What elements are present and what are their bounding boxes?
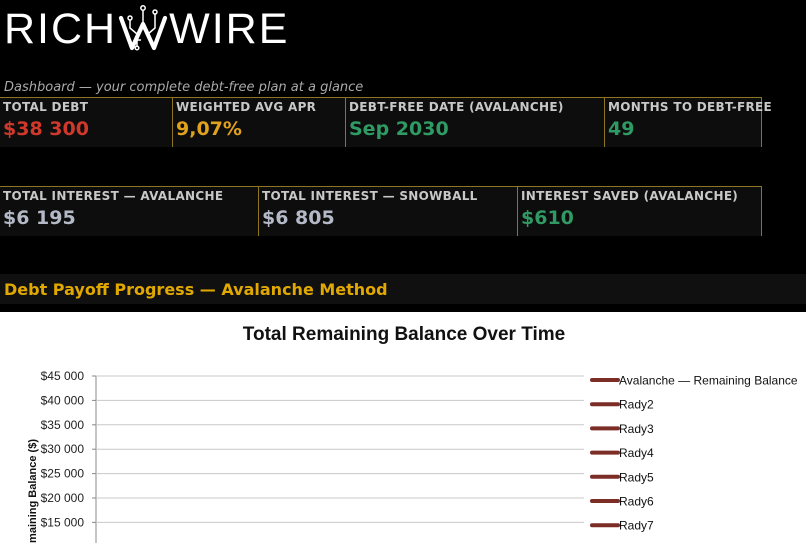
kpi-value: $6 195	[3, 207, 76, 229]
y-tick-label: $15 000	[41, 515, 85, 529]
richwire-logo: RICH WIRE	[4, 4, 289, 54]
legend-label: Rady5	[619, 470, 654, 484]
kpi-value: 49	[608, 118, 635, 140]
kpi-label: WEIGHTED AVG APR	[176, 100, 317, 114]
kpi-total-interest-snowball: TOTAL INTEREST — SNOWBALL $6 805	[259, 186, 518, 236]
y-axis-title: Remaining Balance ($)	[27, 439, 39, 543]
y-tick-label: $20 000	[41, 491, 85, 505]
kpi-label: TOTAL DEBT	[3, 100, 89, 114]
kpi-label: TOTAL INTEREST — AVALANCHE	[3, 189, 224, 203]
legend-label: Avalanche — Remaining Balance	[619, 374, 798, 388]
legend-label: Rady4	[619, 446, 654, 460]
y-tick-label: $30 000	[41, 442, 85, 456]
legend-label: Rady3	[619, 422, 654, 436]
kpi-label: TOTAL INTEREST — SNOWBALL	[262, 189, 478, 203]
kpi-debt-free-date: DEBT-FREE DATE (AVALANCHE) Sep 2030	[346, 97, 605, 147]
logo-text-right: WIRE	[169, 4, 290, 53]
legend-label: Rady2	[619, 398, 654, 412]
kpi-months-to-debt-free: MONTHS TO DEBT-FREE 49	[605, 97, 772, 147]
y-tick-label: $35 000	[41, 418, 85, 432]
kpi-total-interest-avalanche: TOTAL INTEREST — AVALANCHE $6 195	[0, 186, 259, 236]
kpi-value: 9,07%	[176, 118, 242, 140]
kpi-label: INTEREST SAVED (AVALANCHE)	[521, 189, 739, 203]
legend-label: Rady6	[619, 495, 654, 509]
kpi-value: Sep 2030	[349, 118, 449, 140]
kpi-value: $6 805	[262, 207, 335, 229]
section-header-bar: Debt Payoff Progress — Avalanche Method	[0, 274, 806, 304]
kpi-total-debt: TOTAL DEBT $38 300	[0, 97, 173, 147]
kpi-interest-saved: INTEREST SAVED (AVALANCHE) $610	[518, 186, 762, 236]
legend-label: Rady7	[619, 519, 654, 533]
balance-line-chart: $45 000 $40 000 $35 000 $30 000 $25 000 $20 0…	[27, 369, 798, 543]
dashboard-tagline: Dashboard — your complete debt-free plan…	[4, 80, 364, 95]
kpi-value: $610	[521, 207, 574, 229]
kpi-weighted-avg-apr: WEIGHTED AVG APR 9,07%	[173, 97, 346, 147]
section-title: Debt Payoff Progress — Avalanche Method	[4, 280, 388, 299]
y-tick-label: $45 000	[41, 369, 85, 383]
y-tick-label: $40 000	[41, 393, 85, 407]
kpi-label: MONTHS TO DEBT-FREE	[608, 100, 773, 114]
logo-text-left: RICH	[4, 4, 118, 53]
kpi-value: $38 300	[3, 118, 89, 140]
logo-circuit-w-icon	[119, 5, 168, 51]
dashboard-root: RICH WIRE Dashboard — your complete debt…	[0, 0, 806, 543]
chart-panel[interactable]: Total Remaining Balance Over Time $45 00…	[0, 312, 806, 543]
y-tick-label: $25 000	[41, 467, 85, 481]
kpi-label: DEBT-FREE DATE (AVALANCHE)	[349, 100, 564, 114]
